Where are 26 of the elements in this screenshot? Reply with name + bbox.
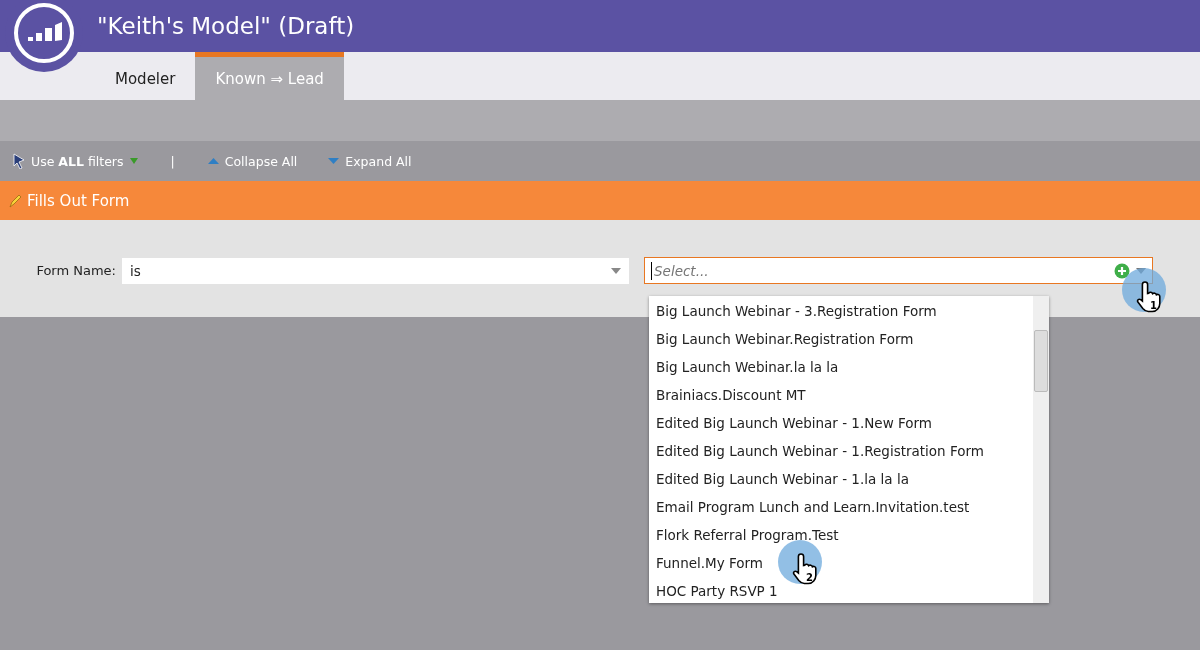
step-number: 1 — [1150, 300, 1157, 311]
operator-dropdown[interactable]: is — [122, 257, 629, 284]
dropdown-option[interactable]: Edited Big Launch Webinar - 1.Registration Form — [649, 436, 1033, 464]
window-title: "Keith's Model" (Draft) — [97, 13, 355, 39]
dropdown-option[interactable]: Big Launch Webinar - 3.Registration Form — [649, 296, 1033, 324]
tab[interactable]: Modeler — [95, 52, 196, 100]
add-icon[interactable] — [1114, 262, 1130, 279]
dropdown-arrow-icon — [611, 267, 621, 274]
up-triangle-icon — [206, 157, 220, 165]
scrollbar[interactable] — [1033, 296, 1049, 603]
dropdown-option[interactable]: Edited Big Launch Webinar - 1.la la la — [649, 464, 1033, 492]
step-number: 2 — [806, 572, 813, 583]
dropdown-option[interactable]: Email Program Lunch and Learn.Invitation.test — [649, 492, 1033, 520]
dropdown-option[interactable]: Big Launch Webinar.la la la — [649, 352, 1033, 380]
pencil-icon — [8, 193, 22, 208]
dropdown-option[interactable]: Flork Referral Program.Test — [649, 520, 1033, 548]
form-select-field[interactable]: Select... — [644, 257, 1153, 284]
dropdown-option[interactable]: Big Launch Webinar.Registration Form — [649, 324, 1033, 352]
trigger-title: Fills Out Form — [27, 191, 130, 210]
caret-icon — [128, 157, 139, 165]
field-label: Form Name: — [35, 263, 117, 278]
down-triangle-icon — [327, 157, 341, 165]
dropdown-option[interactable]: Brainiacs.Discount MT — [649, 380, 1033, 408]
toolbar-separator: | — [170, 153, 175, 169]
select-input-field[interactable]: Select... — [651, 261, 1108, 280]
dropdown-option[interactable]: Edited Big Launch Webinar - 1.New Form — [649, 408, 1033, 436]
